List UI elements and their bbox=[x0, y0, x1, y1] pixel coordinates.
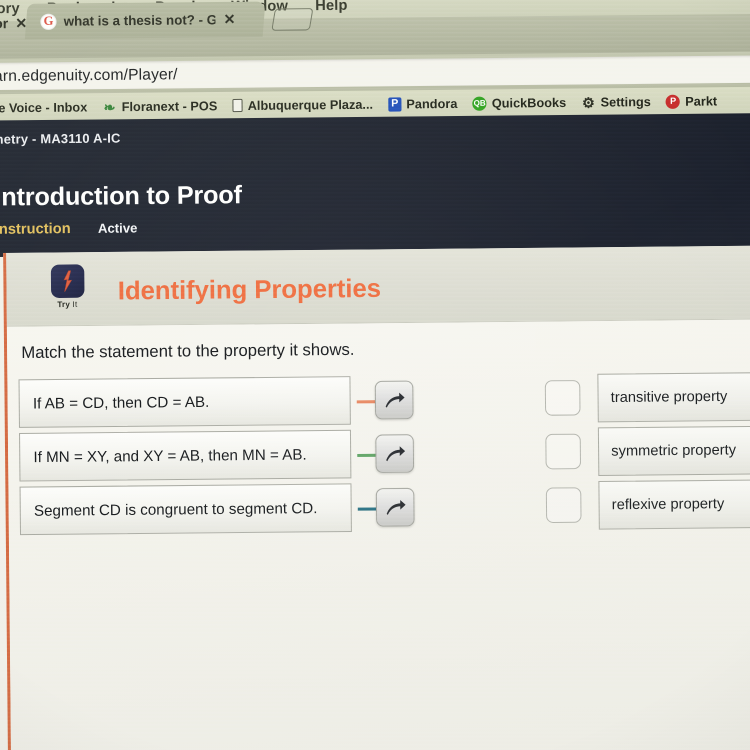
try-it-label-rest: It bbox=[70, 299, 78, 309]
arrow-right-curved-icon[interactable] bbox=[375, 434, 415, 474]
new-tab-button[interactable] bbox=[271, 8, 314, 31]
lesson-card-header: Try It Identifying Properties bbox=[6, 245, 750, 327]
drop-target-1[interactable] bbox=[544, 380, 581, 416]
activity-title: Identifying Properties bbox=[117, 274, 382, 306]
quickbooks-icon: QB bbox=[472, 96, 487, 111]
captured-screen: History Bookmarks People Window Help or … bbox=[0, 0, 750, 750]
match-row: If MN = XY, and XY = AB, then MN = AB. s… bbox=[8, 425, 750, 486]
lightning-bolt-icon bbox=[50, 264, 85, 299]
app-header: ometry - MA3110 A-IC Introduction to Pro… bbox=[0, 112, 750, 258]
connector-line-2 bbox=[357, 453, 378, 458]
bookmark-label: Settings bbox=[600, 94, 651, 110]
leaf-icon: ❧ bbox=[103, 98, 116, 115]
instruction-prompt: Match the statement to the property it s… bbox=[21, 340, 355, 363]
tab-previous-label: or bbox=[0, 15, 9, 32]
statement-box-3[interactable]: Segment CD is congruent to segment CD. bbox=[19, 483, 352, 536]
parking-circle-icon: P bbox=[665, 94, 681, 109]
tab-instruction[interactable]: Instruction bbox=[0, 221, 71, 238]
bookmark-label: QuickBooks bbox=[491, 95, 567, 111]
lesson-card: Try It Identifying Properties Match the … bbox=[3, 245, 750, 750]
bookmark-settings[interactable]: ⚙ Settings bbox=[581, 93, 651, 111]
matching-activity: If AB = CD, then CD = AB. transitive pro… bbox=[7, 371, 750, 540]
bookmark-albuquerque-plaza[interactable]: Albuquerque Plaza... bbox=[232, 97, 373, 113]
bookmark-parkt[interactable]: P Parkt bbox=[665, 93, 718, 109]
lesson-card-body: Match the statement to the property it s… bbox=[6, 319, 750, 750]
try-it-badge: Try It bbox=[47, 264, 88, 309]
menu-item-help[interactable]: Help bbox=[315, 0, 347, 14]
google-g-icon: G bbox=[40, 13, 57, 30]
status-badge: Active bbox=[97, 220, 138, 236]
close-icon[interactable]: ✕ bbox=[223, 11, 235, 28]
bookmark-floranext[interactable]: ❧ Floranext - POS bbox=[102, 98, 218, 115]
page-title: Introduction to Proof bbox=[0, 180, 242, 212]
bookmark-label: Albuquerque Plaza... bbox=[247, 97, 374, 113]
bookmark-label: Floranext - POS bbox=[121, 98, 218, 114]
bookmark-label: Parkt bbox=[685, 93, 718, 109]
bookmark-quickbooks[interactable]: QB QuickBooks bbox=[472, 95, 567, 111]
url-text: .learn.edgenuity.com/Player/ bbox=[0, 65, 178, 85]
bookmark-google-voice[interactable]: oogle Voice - Inbox bbox=[0, 100, 87, 115]
page-icon bbox=[232, 98, 243, 113]
match-row: Segment CD is congruent to segment CD. r… bbox=[8, 479, 750, 539]
drop-target-2[interactable] bbox=[545, 433, 582, 470]
lesson-status-row: Instruction Active bbox=[0, 220, 138, 238]
gear-icon: ⚙ bbox=[581, 93, 595, 111]
tab-title: what is a thesis not? - Google bbox=[63, 12, 216, 29]
bookmark-pandora[interactable]: P Pandora bbox=[388, 96, 458, 112]
drop-target-3[interactable] bbox=[545, 487, 582, 524]
address-bar[interactable]: .learn.edgenuity.com/Player/ bbox=[0, 55, 750, 91]
property-box-2[interactable]: symmetric property bbox=[597, 425, 750, 476]
property-box-1[interactable]: transitive property bbox=[597, 371, 750, 423]
try-it-label: Try It bbox=[57, 300, 77, 309]
statement-box-1[interactable]: If AB = CD, then CD = AB. bbox=[18, 376, 351, 428]
pandora-p-icon: P bbox=[388, 96, 402, 112]
bookmark-label: Pandora bbox=[406, 96, 458, 111]
connector-line-1 bbox=[356, 400, 378, 404]
arrow-right-curved-icon[interactable] bbox=[375, 487, 415, 527]
try-it-label-bold: Try bbox=[57, 299, 71, 310]
property-box-3[interactable]: reflexive property bbox=[598, 479, 750, 530]
bookmark-label: oogle Voice - Inbox bbox=[0, 99, 88, 116]
course-breadcrumb: ometry - MA3110 A-IC bbox=[0, 130, 121, 147]
browser-tab-active-content[interactable]: G what is a thesis not? - Google ✕ bbox=[34, 1, 267, 39]
match-row: If AB = CD, then CD = AB. transitive pro… bbox=[7, 371, 750, 432]
statement-box-2[interactable]: If MN = XY, and XY = AB, then MN = AB. bbox=[19, 429, 352, 482]
arrow-right-curved-icon[interactable] bbox=[374, 380, 414, 420]
